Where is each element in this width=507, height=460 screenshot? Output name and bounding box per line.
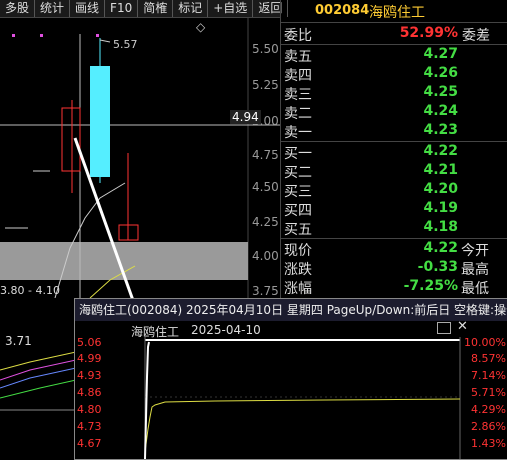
- pct-tick: 2.86%: [471, 420, 506, 433]
- buy-price: 4.20: [423, 181, 458, 197]
- sell-label: 卖五: [284, 49, 312, 65]
- stat-value: 4.22: [423, 240, 458, 256]
- popup-date: 2025-04-10: [191, 323, 261, 337]
- buy-row-1[interactable]: 买一 4.22: [281, 142, 507, 162]
- toolbar-button-add-favorite[interactable]: +自选: [208, 0, 254, 17]
- ma-line-white: [54, 182, 126, 299]
- stock-name: 海鸥住工: [369, 5, 425, 21]
- stat-label-2: 最高: [461, 262, 489, 278]
- sell-price: 4.26: [423, 65, 458, 81]
- marker-dot: [12, 34, 15, 37]
- quote-panel: 002084 海鸥住工 委比 52.99% 委差 卖五 4.27 卖四 4.26…: [280, 0, 507, 300]
- marker-dot: [40, 34, 43, 37]
- toolbar-button-draw[interactable]: 画线: [70, 0, 106, 17]
- buy-label: 买五: [284, 222, 312, 238]
- buy-row-3[interactable]: 买三 4.20: [281, 180, 507, 200]
- toolbar-button-mark[interactable]: 标记: [173, 0, 209, 17]
- stat-label: 涨幅: [284, 281, 312, 297]
- toolbar: 多股 统计 画线 F10 简榷 标记 +自选 返回: [0, 0, 289, 18]
- pct-tick: 7.14%: [471, 369, 506, 382]
- intraday-chart: [144, 337, 461, 459]
- stat-label-2: 最低: [461, 281, 489, 297]
- popup-close-icon[interactable]: ✕: [457, 319, 468, 334]
- price-tick: 4.86: [77, 386, 102, 399]
- buy-row-2[interactable]: 买二 4.21: [281, 161, 507, 181]
- price-tick: 4.99: [77, 352, 102, 365]
- y-axis-label: 4.00: [252, 249, 279, 263]
- lower-ma-lines: [0, 351, 76, 411]
- popup-restore-icon[interactable]: [437, 322, 451, 334]
- intraday-popup[interactable]: 海鸥住工(002084) 2025年04月10日 星期四 PageUp/Down…: [74, 298, 507, 460]
- y-axis-label: 4.25: [252, 215, 279, 229]
- stat-row-pct: 涨幅 -7.25% 最低: [281, 277, 507, 297]
- y-axis-label: 3.75: [252, 284, 279, 298]
- sell-label: 卖四: [284, 68, 312, 84]
- candle-up: [61, 107, 81, 172]
- weibi-label: 委比: [284, 28, 312, 44]
- stat-label: 现价: [284, 243, 312, 259]
- price-tick: 4.93: [77, 369, 102, 382]
- sell-row-1[interactable]: 卖一 4.23: [281, 121, 507, 141]
- sell-price: 4.27: [423, 46, 458, 62]
- weicha-label: 委差: [462, 28, 490, 44]
- sell-label: 卖二: [284, 106, 312, 122]
- buy-price: 4.18: [423, 219, 458, 235]
- high-marker-label: 5.57: [113, 38, 138, 51]
- high-marker-line: [99, 39, 111, 43]
- toolbar-button-f10[interactable]: F10: [105, 0, 139, 17]
- marker-dot: [96, 34, 99, 37]
- cursor-price-label: 4.94: [230, 110, 261, 124]
- weibi-row: 委比 52.99% 委差: [281, 24, 507, 44]
- y-axis-label: 5.25: [252, 78, 279, 92]
- stat-value: -0.33: [417, 259, 458, 275]
- pct-tick: 10.00%: [464, 336, 506, 349]
- price-tick: 4.80: [77, 403, 102, 416]
- buy-price: 4.19: [423, 200, 458, 216]
- sell-row-5[interactable]: 卖五 4.27: [281, 45, 507, 65]
- toolbar-button-stats[interactable]: 统计: [35, 0, 71, 17]
- y-axis-label: 5.50: [252, 42, 279, 56]
- buy-label: 买四: [284, 203, 312, 219]
- buy-label: 买一: [284, 146, 312, 162]
- buy-label: 买三: [284, 184, 312, 200]
- sell-row-3[interactable]: 卖三 4.25: [281, 83, 507, 103]
- pct-tick: 4.29%: [471, 403, 506, 416]
- price-tick: 4.67: [77, 437, 102, 450]
- price-tick: 4.73: [77, 420, 102, 433]
- sell-price: 4.25: [423, 84, 458, 100]
- stat-row-change: 涨跌 -0.33 最高: [281, 258, 507, 278]
- weibi-value: 52.99%: [399, 25, 458, 41]
- sell-price: 4.24: [423, 103, 458, 119]
- buy-price: 4.21: [423, 162, 458, 178]
- y-axis-label: 4.50: [252, 180, 279, 194]
- sell-label: 卖三: [284, 87, 312, 103]
- buy-row-5[interactable]: 买五 4.18: [281, 218, 507, 238]
- pct-tick: 8.57%: [471, 352, 506, 365]
- kline-svg: 5.57 ◇: [0, 18, 280, 349]
- buy-label: 买二: [284, 165, 312, 181]
- range-label: 3.80 - 4.10: [0, 284, 60, 297]
- popup-title[interactable]: 海鸥住工(002084) 2025年04月10日 星期四 PageUp/Down…: [75, 299, 507, 321]
- sell-label: 卖一: [284, 125, 312, 141]
- buy-row-4[interactable]: 买四 4.19: [281, 199, 507, 219]
- buy-price: 4.22: [423, 143, 458, 159]
- toolbar-button-brief[interactable]: 简榷: [138, 0, 174, 17]
- pct-tick: 1.43%: [471, 437, 506, 450]
- stat-label: 涨跌: [284, 262, 312, 278]
- diamond-icon[interactable]: ◇: [196, 20, 206, 34]
- candle-down: [90, 66, 110, 177]
- y-axis-label: 4.75: [252, 148, 279, 162]
- sell-price: 4.23: [423, 122, 458, 138]
- kline-chart[interactable]: 5.57 ◇ 5.50 5.25 5.00 4.75 4.50 4.25 4.0…: [0, 18, 280, 349]
- sell-row-2[interactable]: 卖二 4.24: [281, 102, 507, 122]
- stat-value: -7.25%: [403, 278, 458, 294]
- price-tick: 5.06: [77, 336, 102, 349]
- sell-row-4[interactable]: 卖四 4.26: [281, 64, 507, 84]
- toolbar-button-multi[interactable]: 多股: [0, 0, 36, 17]
- stock-code: 002084: [315, 3, 370, 18]
- stat-row-price: 现价 4.22 今开: [281, 239, 507, 259]
- stat-label-2: 今开: [461, 243, 489, 259]
- quote-header: 002084 海鸥住工: [281, 0, 507, 23]
- pct-tick: 5.71%: [471, 386, 506, 399]
